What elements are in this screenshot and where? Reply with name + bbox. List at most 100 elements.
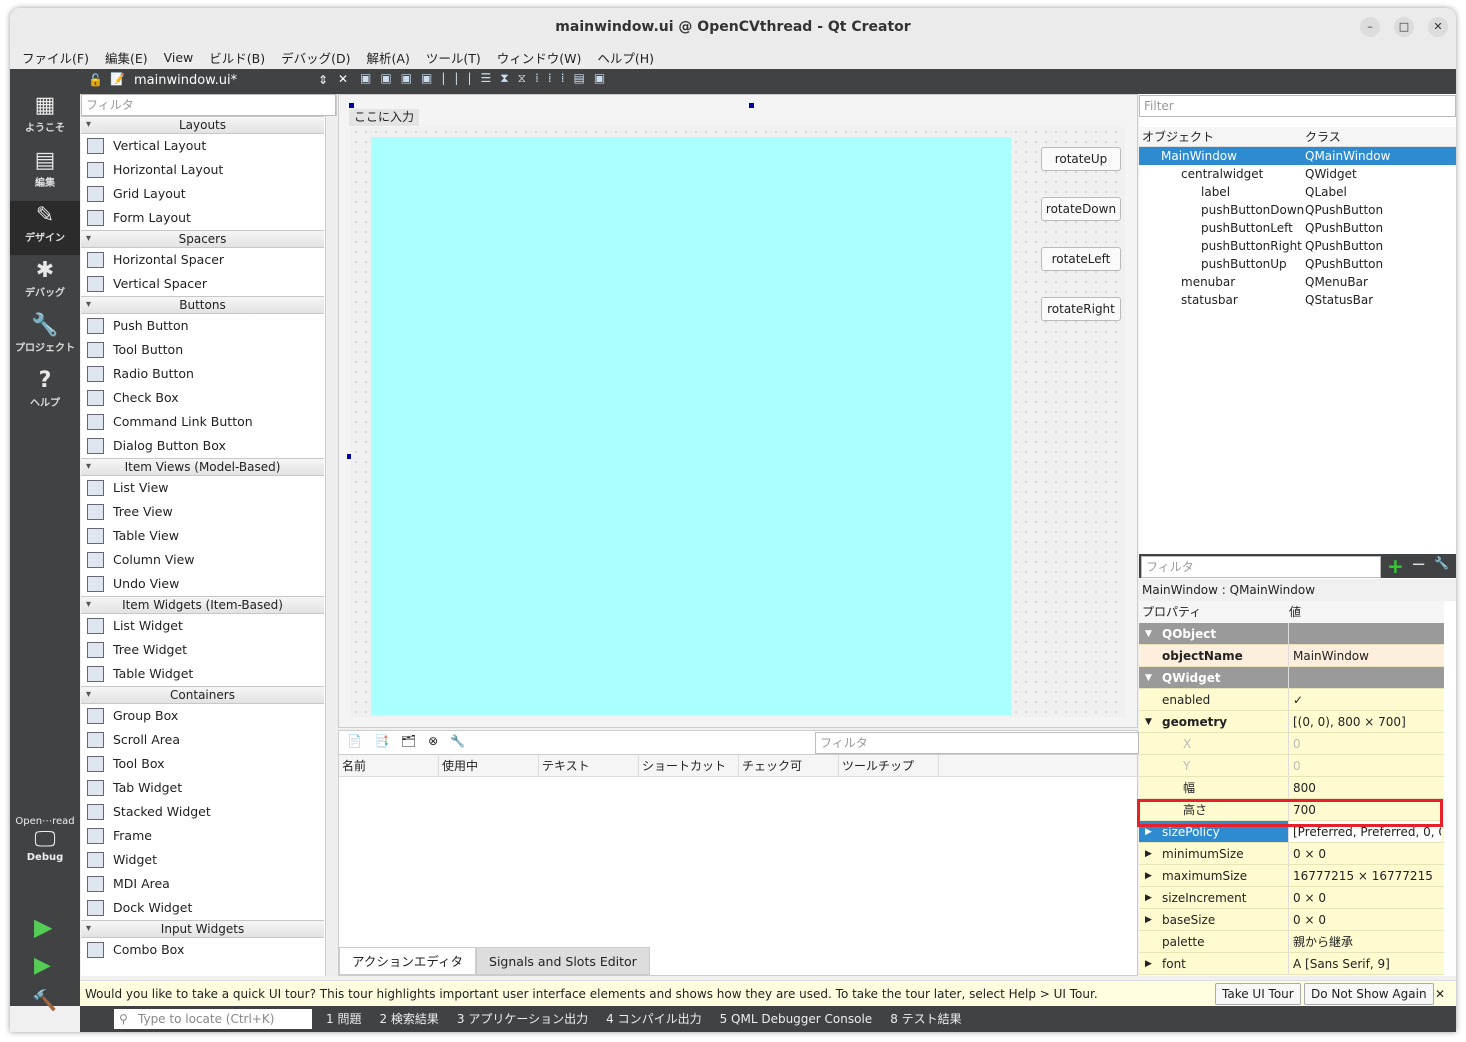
widget-item[interactable]: Push Button [81, 314, 324, 338]
action-column-header[interactable]: チェック可 [739, 755, 839, 776]
push-button-rotateUp[interactable]: rotateUp [1041, 147, 1121, 171]
output-pane-button[interactable]: 5 QML Debugger Console [720, 1006, 873, 1032]
property-value[interactable]: A [Sans Serif, 9] [1289, 953, 1441, 974]
property-value[interactable]: 0 × 0 [1289, 909, 1441, 930]
widget-item[interactable]: List Widget [81, 614, 324, 638]
close-tour-button[interactable]: ✕ [1435, 981, 1445, 1007]
mode-3[interactable]: ✱デバッグ [10, 256, 80, 310]
open-document-selector[interactable]: mainwindow.ui* [134, 73, 237, 88]
widget-item[interactable]: Vertical Spacer [81, 272, 324, 296]
widget-item[interactable]: Frame [81, 824, 324, 848]
widget-item[interactable]: Table View [81, 524, 324, 548]
menu-item[interactable]: 編集(E) [105, 48, 148, 67]
action-toolbar-icons[interactable]: 📄📑🗂⊗🔧 [347, 734, 477, 748]
widget-filter-input[interactable]: フィルタ [81, 94, 336, 116]
widget-item[interactable]: Tab Widget [81, 776, 324, 800]
menu-type-here[interactable]: ここに入力 [349, 109, 419, 126]
widget-item[interactable]: Horizontal Spacer [81, 248, 324, 272]
value-column-header[interactable]: 値 [1289, 601, 1301, 623]
widget-item[interactable]: Table Widget [81, 662, 324, 686]
property-value[interactable]: 0 × 0 [1289, 887, 1441, 908]
property-value[interactable]: 親から継承 [1289, 931, 1441, 952]
action-column-header[interactable]: テキスト [539, 755, 639, 776]
property-row[interactable]: X0 [1139, 733, 1444, 755]
action-column-header[interactable]: ツールチップ [839, 755, 939, 776]
selection-handle[interactable] [749, 103, 754, 108]
widget-item[interactable]: Scroll Area [81, 728, 324, 752]
menu-item[interactable]: ウィンドウ(W) [497, 48, 582, 67]
output-pane-button[interactable]: 2 検索結果 [379, 1006, 438, 1032]
widget-item[interactable]: Tree Widget [81, 638, 324, 662]
widget-item[interactable]: Command Link Button [81, 410, 324, 434]
add-property-icon[interactable]: + [1387, 554, 1404, 578]
widget-item[interactable]: Column View [81, 548, 324, 572]
widget-item[interactable]: Undo View [81, 572, 324, 596]
action-column-header[interactable]: 名前 [339, 755, 439, 776]
object-tree-row[interactable]: pushButtonRightQPushButton [1139, 237, 1456, 255]
widget-item[interactable]: Tool Button [81, 338, 324, 362]
property-value[interactable]: [(0, 0), 800 × 700] [1289, 711, 1441, 732]
property-value[interactable]: ✓ [1289, 689, 1441, 710]
menu-item[interactable]: ツール(T) [426, 48, 481, 67]
menu-item[interactable]: ヘルプ(H) [597, 48, 654, 67]
property-row[interactable]: ▶maximumSize16777215 × 16777215 [1139, 865, 1444, 887]
form-layout-tools[interactable]: ▣▣▣▣|||☰⧗⧖⁞⁞⁞▤▣ [360, 71, 614, 86]
class-column-header[interactable]: クラス [1305, 127, 1341, 146]
property-value[interactable]: MainWindow [1289, 645, 1441, 666]
object-filter-input[interactable]: Filter [1139, 95, 1456, 117]
widget-category-header[interactable]: Input Widgets [81, 920, 324, 938]
close-window-button[interactable]: ✕ [1428, 17, 1448, 37]
widget-item[interactable]: Grid Layout [81, 182, 324, 206]
widget-item[interactable]: Stacked Widget [81, 800, 324, 824]
property-row[interactable]: 幅800 [1139, 777, 1444, 799]
push-button-rotateRight[interactable]: rotateRight [1041, 297, 1121, 321]
object-tree-row[interactable]: pushButtonUpQPushButton [1139, 255, 1456, 273]
object-tree-row[interactable]: labelQLabel [1139, 183, 1456, 201]
property-row[interactable]: Y0 [1139, 755, 1444, 777]
property-row[interactable]: ▶baseSize0 × 0 [1139, 909, 1444, 931]
property-row[interactable]: ▶fontA [Sans Serif, 9] [1139, 953, 1444, 975]
menu-item[interactable]: デバッグ(D) [281, 48, 350, 67]
object-tree-row[interactable]: pushButtonLeftQPushButton [1139, 219, 1456, 237]
mode-2[interactable]: ✎デザイン [10, 201, 80, 255]
property-row[interactable]: ▶minimumSize0 × 0 [1139, 843, 1444, 865]
output-pane-button[interactable]: 1 問題 [326, 1006, 361, 1032]
menu-item[interactable]: View [164, 50, 194, 65]
widget-item[interactable]: Check Box [81, 386, 324, 410]
widget-item[interactable]: MDI Area [81, 872, 324, 896]
menu-item[interactable]: ファイル(F) [22, 48, 89, 67]
widget-category-header[interactable]: Spacers [81, 230, 324, 248]
mode-1[interactable]: ▤編集 [10, 146, 80, 200]
do-not-show-again-button[interactable]: Do Not Show Again [1304, 983, 1434, 1005]
collapse-arrow-icon[interactable]: ▶ [1145, 909, 1152, 931]
property-value[interactable]: 16777215 × 16777215 [1289, 865, 1441, 886]
object-column-header[interactable]: オブジェクト [1139, 127, 1305, 146]
property-value[interactable]: 0 [1289, 755, 1441, 776]
kit-selector[interactable]: Open⋯read🖵Debug [10, 816, 80, 863]
object-tree-row[interactable]: centralwidgetQWidget [1139, 165, 1456, 183]
menu-item[interactable]: 解析(A) [367, 48, 410, 67]
widget-item[interactable]: List View [81, 476, 324, 500]
widget-item[interactable]: Vertical Layout [81, 134, 324, 158]
build-hammer-button[interactable]: 🔨 [32, 988, 57, 1012]
locator-input[interactable]: ⚲Type to locate (Ctrl+K) [114, 1009, 312, 1029]
debug-run-button[interactable]: ▶ [34, 953, 51, 978]
action-editor-tab[interactable]: アクションエディタ [339, 947, 476, 975]
object-tree-row[interactable]: pushButtonDownQPushButton [1139, 201, 1456, 219]
action-editor-tab[interactable]: Signals and Slots Editor [476, 947, 650, 975]
object-tree-row[interactable]: menubarQMenuBar [1139, 273, 1456, 291]
widget-item[interactable]: Widget [81, 848, 324, 872]
widget-item[interactable]: Combo Box [81, 938, 324, 962]
collapse-arrow-icon[interactable]: ▶ [1145, 865, 1152, 887]
property-row[interactable]: ▼geometry[(0, 0), 800 × 700] [1139, 711, 1444, 733]
maximize-button[interactable]: □ [1394, 17, 1414, 37]
collapse-arrow-icon[interactable]: ▶ [1145, 887, 1152, 909]
widget-category-header[interactable]: Layouts [81, 116, 324, 134]
collapse-arrow-icon[interactable]: ▶ [1145, 953, 1152, 975]
widget-item[interactable]: Horizontal Layout [81, 158, 324, 182]
collapse-arrow-icon[interactable]: ▶ [1145, 843, 1152, 865]
mode-0[interactable]: ▦ようこそ [10, 91, 80, 145]
widget-category-header[interactable]: Item Views (Model-Based) [81, 458, 324, 476]
action-filter-input[interactable]: フィルタ [815, 732, 1139, 754]
action-column-header[interactable]: 使用中 [439, 755, 539, 776]
